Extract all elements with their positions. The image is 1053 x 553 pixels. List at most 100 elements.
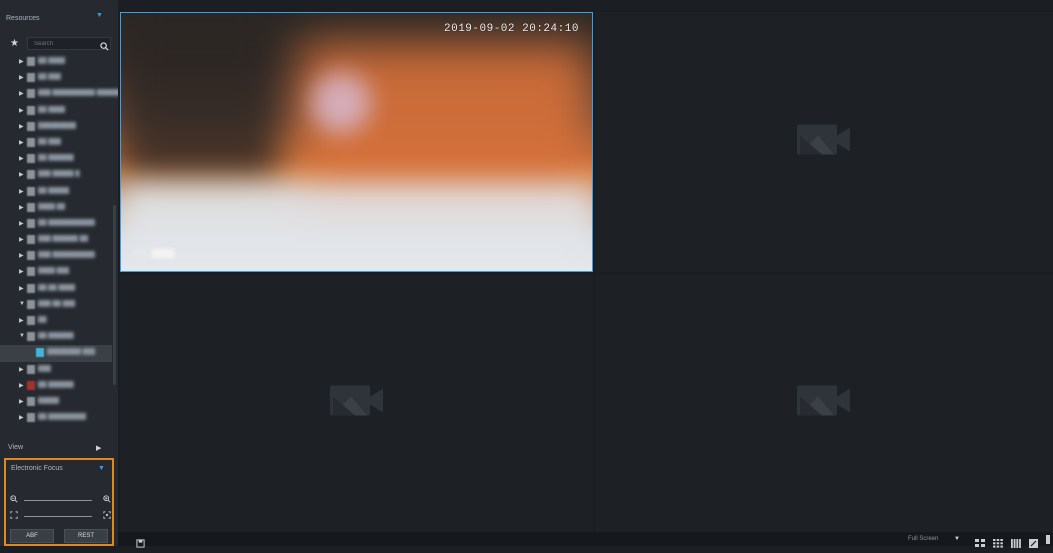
device-icon [27, 202, 35, 212]
tree-node[interactable]: ▶ ██ ████ [0, 54, 112, 70]
expand-arrow-right-icon[interactable]: ▶ [19, 58, 24, 65]
zoom-in-icon[interactable] [103, 495, 111, 505]
tree-node-label: ██ ██████ [38, 381, 74, 388]
save-icon[interactable] [136, 535, 145, 553]
search-input[interactable] [27, 37, 111, 50]
electronic-focus-title: Electronic Focus [11, 465, 63, 472]
resources-title: Resources [6, 15, 40, 22]
tree-node[interactable]: ████████ ███ [0, 345, 112, 362]
tree-scrollbar[interactable] [113, 205, 116, 385]
tree-node[interactable]: ▼ ███ ██ ███ [0, 297, 112, 313]
device-icon [27, 137, 35, 147]
video-pane-2[interactable] [595, 12, 1053, 272]
expand-arrow-right-icon[interactable]: ▶ [19, 139, 24, 146]
tree-node[interactable]: ▶ ██ ███ [0, 135, 112, 151]
expand-arrow-right-icon[interactable]: ▶ [19, 155, 24, 162]
expand-arrow-right-icon[interactable]: ▶ [19, 236, 24, 243]
tree-node[interactable]: ▶ ████ ██ [0, 200, 112, 216]
tree-node-label: ███ [38, 365, 51, 372]
focus-near-icon[interactable] [10, 511, 18, 521]
focus-far-icon[interactable] [103, 511, 111, 521]
tree-node[interactable]: ▶ ███ ██████████ [0, 248, 112, 264]
layout-4-icon[interactable] [975, 535, 985, 553]
tree-node[interactable]: ▶ ██ ██ ████ [0, 281, 112, 297]
device-icon [27, 105, 35, 115]
tree-node-label: ██ ████ [38, 106, 66, 113]
tree-node[interactable]: ▶ ██ [0, 313, 112, 329]
bottom-toolbar: Full Screen ▼ [118, 532, 1053, 548]
expand-arrow-right-icon[interactable]: ▶ [19, 317, 24, 324]
layout-16-icon[interactable] [1011, 535, 1021, 553]
fullscreen-label: Full Screen [908, 536, 939, 542]
tree-node[interactable]: ▶ ████ ███ [0, 264, 112, 280]
expand-arrow-right-icon[interactable]: ▶ [19, 382, 24, 389]
focus-slider[interactable] [24, 516, 92, 517]
rest-button[interactable]: REST [64, 529, 108, 543]
tree-node-label: ███ ██████████ [38, 252, 95, 259]
expand-arrow-right-icon[interactable]: ▶ [19, 204, 24, 211]
tree-node[interactable]: ▶ ██ ██████ [0, 151, 112, 167]
expand-arrow-right-icon[interactable]: ▶ [19, 123, 24, 130]
expand-arrow-down-icon[interactable]: ▼ [19, 301, 25, 307]
video-grid: 2019-09-02 20:24:10 ITPC-████ [118, 10, 1053, 532]
tree-node[interactable]: ▶ █████ [0, 394, 112, 410]
tree-node[interactable]: ▶ ███ █████ █ [0, 167, 112, 183]
zoom-slider[interactable] [24, 500, 92, 501]
tree-node[interactable]: ▶ █████████ [0, 119, 112, 135]
expand-arrow-right-icon[interactable]: ▶ [19, 268, 24, 275]
favorites-star-icon[interactable]: ★ [10, 38, 19, 49]
device-icon [27, 380, 35, 390]
tree-node[interactable]: ▼ ██ ██████ [0, 329, 112, 345]
device-icon [27, 396, 35, 406]
expand-arrow-right-icon[interactable]: ▶ [19, 107, 24, 114]
fullscreen-select[interactable]: Full Screen ▼ [908, 534, 963, 544]
expand-arrow-right-icon[interactable]: ▶ [19, 220, 24, 227]
expand-arrow-right-icon[interactable]: ▶ [19, 74, 24, 81]
tree-node-label: ██ ██████ [38, 155, 74, 162]
resources-collapse-icon[interactable]: ▼ [96, 12, 103, 19]
expand-arrow-right-icon[interactable]: ▶ [19, 252, 24, 259]
zoom-out-icon[interactable] [10, 495, 18, 505]
more-icon[interactable] [1046, 535, 1050, 544]
tree-node[interactable]: ▶ ███ ██████████ ██████ [0, 86, 122, 102]
expand-arrow-right-icon[interactable]: ▶ [19, 366, 24, 373]
device-icon [27, 283, 35, 293]
expand-arrow-right-icon[interactable]: ▶ [19, 90, 24, 97]
tree-node-label: ███ ██████ ██ [38, 236, 89, 243]
device-icon [27, 73, 35, 83]
expand-arrow-right-icon[interactable]: ▶ [19, 398, 24, 405]
expand-arrow-right-icon[interactable]: ▶ [19, 171, 24, 178]
video-pane-3[interactable] [120, 274, 593, 532]
tree-node-label: ███ ██████████ ██████ [38, 90, 123, 97]
device-icon [27, 316, 35, 325]
tree-node[interactable]: ▶ ██ ███████████ [0, 216, 112, 232]
edit-layout-icon[interactable] [1029, 535, 1039, 553]
tree-node-label: ██ ███ [38, 138, 61, 145]
camera-placeholder-icon [794, 383, 854, 424]
expand-arrow-down-icon[interactable]: ▼ [19, 333, 25, 339]
video-pane-1[interactable]: 2019-09-02 20:24:10 ITPC-████ [120, 12, 593, 272]
electronic-focus-panel: Electronic Focus ▼ ABF REST [4, 458, 114, 546]
tree-node[interactable]: ▶ ██ ██████ [0, 378, 112, 394]
tree-node[interactable]: ▶ ███ [0, 362, 112, 378]
search-row: ★ [5, 36, 113, 52]
video-camera-label: ITPC-████ [131, 249, 175, 258]
view-panel-header[interactable]: View ▶ [0, 440, 118, 458]
tree-node[interactable]: ▶ ██ ███ [0, 70, 112, 86]
device-icon [27, 121, 35, 131]
expand-arrow-right-icon[interactable]: ▶ [19, 414, 24, 421]
tree-node[interactable]: ▶ ██ █████ [0, 184, 112, 200]
layout-9-icon[interactable] [993, 535, 1003, 553]
device-icon [27, 235, 35, 245]
tree-node[interactable]: ▶ ██ █████████ [0, 410, 112, 426]
device-icon [27, 170, 35, 180]
tree-node[interactable]: ▶ ███ ██████ ██ [0, 232, 112, 248]
abf-button[interactable]: ABF [10, 529, 54, 543]
video-pane-4[interactable] [595, 274, 1053, 532]
chevron-down-icon[interactable]: ▼ [98, 465, 105, 472]
chevron-right-icon: ▶ [96, 445, 102, 452]
tree-node[interactable]: ▶ ██ ████ [0, 103, 112, 119]
expand-arrow-right-icon[interactable]: ▶ [19, 188, 24, 195]
expand-arrow-right-icon[interactable]: ▶ [19, 285, 24, 292]
tree-node-label: ██ ███ [38, 74, 61, 81]
